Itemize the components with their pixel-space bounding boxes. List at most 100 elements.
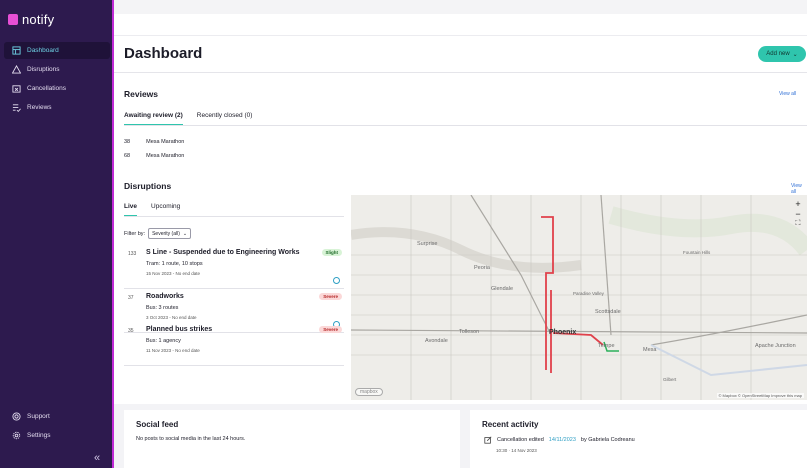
map-label: Avondale: [425, 338, 448, 344]
fullscreen-button[interactable]: ⛶: [792, 219, 804, 229]
activity-date-link[interactable]: 14/11/2023: [549, 437, 576, 443]
disruption-summary: Tram: 1 route, 10 stops: [146, 261, 203, 267]
sidebar-item-settings[interactable]: Settings: [4, 427, 110, 444]
disruptions-map[interactable]: Surprise Peoria Glendale Paradise Valley…: [351, 195, 807, 400]
map-label: Tolleson: [459, 329, 480, 335]
reviews-view-all-link[interactable]: View all: [779, 91, 796, 97]
sidebar-item-reviews[interactable]: Reviews: [4, 99, 110, 116]
collapse-sidebar-button[interactable]: «: [94, 452, 100, 464]
bottom-panel: Social feed No posts to social media in …: [114, 404, 807, 468]
sidebar-item-label: Reviews: [27, 104, 52, 111]
add-new-label: Add new: [766, 51, 790, 57]
sidebar-item-disruptions[interactable]: Disruptions: [4, 61, 110, 78]
activity-time: 10:30 · 14 Nov 2023: [496, 448, 537, 453]
review-row[interactable]: 68 Mesa Marathon: [124, 153, 184, 159]
list-check-icon: [12, 104, 21, 112]
disruption-id: 37: [128, 295, 134, 301]
map-label: Mesa: [643, 347, 657, 353]
app-root: notify Dashboard Disruptions Cancellatio…: [0, 0, 807, 468]
map-controls: + − ⛶: [792, 199, 804, 229]
sidebar-item-label: Dashboard: [27, 47, 59, 54]
disruption-id: 35: [128, 328, 134, 334]
social-feed-title: Social feed: [136, 420, 179, 429]
tab-live[interactable]: Live: [124, 203, 138, 216]
severity-badge: Severe: [319, 326, 342, 333]
info-icon[interactable]: [333, 277, 340, 284]
review-row[interactable]: 38 Mesa Marathon: [124, 139, 184, 145]
gear-icon: [12, 431, 21, 440]
disruptions-view-all-link[interactable]: View all: [791, 183, 807, 195]
map-label: Gilbert: [663, 377, 677, 382]
severity-filter: Filter by: Severity (all) ⌄: [124, 228, 192, 239]
map-label: Fountain Hills: [683, 250, 711, 255]
review-id: 38: [124, 139, 131, 145]
map-base: [351, 195, 807, 400]
disruption-title: Planned bus strikes: [146, 326, 213, 333]
filter-label: Filter by:: [124, 230, 146, 237]
tab-awaiting-review[interactable]: Awaiting review (2): [124, 112, 183, 125]
sidebar-item-cancellations[interactable]: Cancellations: [4, 80, 110, 97]
zoom-out-button[interactable]: −: [792, 209, 804, 219]
review-id: 68: [124, 153, 131, 159]
reviews-title: Reviews: [124, 89, 159, 99]
sidebar-bottom: Support Settings: [4, 408, 110, 446]
activity-item[interactable]: Cancellation edited 14/11/2023 by Gabrie…: [484, 436, 635, 444]
map-label: Phoenix: [549, 329, 577, 336]
page-title: Dashboard: [124, 45, 203, 62]
disruption-summary: Bus: 1 agency: [146, 338, 181, 344]
map-label: Peoria: [474, 265, 490, 271]
tab-recently-closed[interactable]: Recently closed (0): [197, 112, 253, 125]
divider: [124, 216, 344, 217]
warning-icon: [12, 65, 21, 74]
disruption-title: Roadworks: [146, 293, 184, 300]
top-bar: [114, 0, 807, 14]
sidebar: notify Dashboard Disruptions Cancellatio…: [0, 0, 114, 468]
zoom-in-button[interactable]: +: [792, 199, 804, 209]
severity-select[interactable]: Severity (all) ⌄: [148, 228, 192, 239]
sidebar-item-label: Disruptions: [27, 66, 60, 73]
mapbox-logo[interactable]: mapbox: [355, 388, 383, 396]
sidebar-item-label: Cancellations: [27, 85, 67, 92]
map-label: Scottsdale: [595, 309, 621, 315]
social-feed-card: Social feed No posts to social media in …: [124, 410, 460, 468]
severity-badge: Severe: [319, 293, 342, 300]
recent-activity-card: Recent activity Cancellation edited 14/1…: [470, 410, 807, 468]
logo-text: notify: [22, 12, 55, 27]
logo-mark-icon: [8, 14, 18, 25]
calendar-x-icon: [12, 85, 21, 93]
activity-action: Cancellation edited: [497, 437, 544, 443]
recent-activity-title: Recent activity: [482, 420, 539, 429]
map-label: Tempe: [598, 343, 615, 349]
review-name: Mesa Marathon: [146, 153, 185, 159]
divider: [124, 125, 807, 126]
map-label: Glendale: [491, 286, 514, 292]
disruption-summary: Bus: 3 routes: [146, 305, 179, 311]
activity-user: by Gabriela Codreanu: [580, 437, 635, 443]
sidebar-item-label: Settings: [27, 432, 51, 439]
disruption-id: 133: [128, 251, 137, 257]
logo[interactable]: notify: [8, 12, 54, 27]
reviews-tabs: Awaiting review (2) Recently closed (0): [124, 112, 252, 125]
disruptions-tabs: Live Upcoming: [124, 203, 180, 216]
map-label: Apache Junction: [755, 343, 796, 349]
disruption-item[interactable]: 133 S Line - Suspended due to Engineerin…: [124, 245, 344, 289]
sidebar-item-support[interactable]: Support: [4, 408, 110, 425]
map-label: Paradise Valley: [573, 291, 604, 296]
disruption-title: S Line - Suspended due to Engineering Wo…: [146, 249, 300, 256]
disruption-item[interactable]: 35 Planned bus strikes Bus: 1 agency 11 …: [124, 322, 344, 366]
edit-icon: [484, 436, 492, 444]
map-attribution[interactable]: © Mapbox © OpenStreetMap Improve this ma…: [716, 393, 804, 398]
social-feed-empty-text: No posts to social media in the last 24 …: [136, 436, 246, 442]
disruption-date: 15 Nov 2023 - No end date: [146, 271, 201, 276]
main-content: Dashboard Add new ⌄ Reviews View all Awa…: [114, 0, 807, 468]
sidebar-nav: Dashboard Disruptions Cancellations Revi…: [4, 42, 110, 118]
severity-badge: Slight: [321, 249, 342, 256]
sidebar-item-label: Support: [27, 413, 50, 420]
tab-upcoming[interactable]: Upcoming: [151, 203, 180, 216]
sidebar-item-dashboard[interactable]: Dashboard: [4, 42, 110, 59]
dashboard-icon: [12, 46, 21, 55]
add-new-button[interactable]: Add new ⌄: [758, 46, 806, 62]
support-icon: [12, 412, 21, 421]
severity-select-value: Severity (all): [152, 230, 180, 237]
disruption-date: 3 Oct 2023 - No end date: [146, 315, 197, 320]
